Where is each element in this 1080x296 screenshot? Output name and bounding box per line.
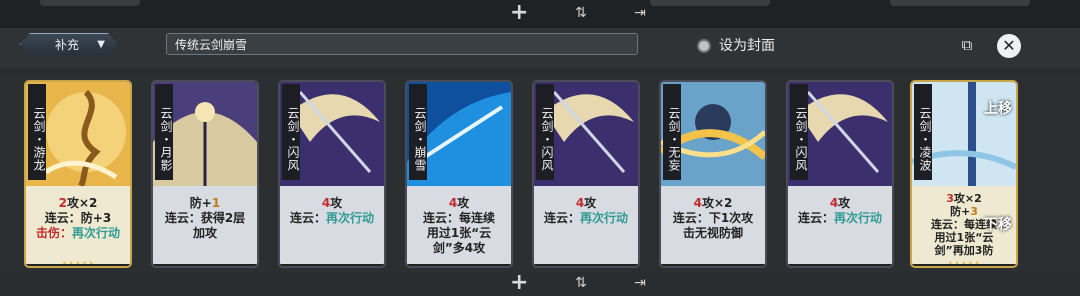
- card-text: 加攻: [192, 226, 217, 240]
- card-text: 攻×2: [66, 196, 98, 210]
- top-strip-segment: [40, 0, 140, 6]
- card-text: 剑”再加3防: [934, 244, 994, 257]
- card-keyword: 再次行动: [326, 211, 375, 225]
- card-attack-value: 4: [575, 196, 585, 210]
- top-strip: + ⇅ ⇥: [0, 0, 1080, 28]
- card-text: 防+: [950, 205, 971, 218]
- export-icon[interactable]: ⇥: [631, 274, 649, 292]
- card-text: 连云：: [543, 211, 580, 225]
- card-text: 用过1张“云: [426, 226, 492, 240]
- card-text: 防+: [189, 196, 212, 210]
- card-keyword: 击伤：: [35, 226, 72, 240]
- card-keyword: 再次行动: [72, 226, 121, 240]
- deck-card[interactable]: 云剑・月影 防+1 连云：获得2层 加攻: [151, 80, 259, 268]
- plus-icon[interactable]: +: [510, 2, 528, 24]
- card-text: 连云：: [797, 211, 834, 225]
- chevron-down-icon: ▼: [97, 39, 105, 50]
- deck-card[interactable]: 云剑・游龙 2攻×2 连云：防+3 击伤：再次行动 •••••: [24, 80, 132, 268]
- card-name: 云剑・月影: [155, 84, 173, 180]
- card-name: 云剑・闪风: [790, 84, 808, 180]
- category-dropdown[interactable]: 补充 ▼: [20, 33, 118, 55]
- close-icon[interactable]: ✕: [997, 34, 1021, 58]
- card-text: 连云：下1次攻: [672, 211, 754, 225]
- plus-icon[interactable]: +: [510, 272, 528, 294]
- card-text: 攻×2: [953, 192, 982, 205]
- sort-icon[interactable]: ⇅: [572, 4, 590, 22]
- card-description: 4攻 连云：再次行动: [280, 186, 384, 264]
- export-icon[interactable]: ⇥: [631, 4, 649, 22]
- card-description: 4攻 连云：再次行动: [534, 186, 638, 264]
- card-attack-value: 2: [58, 196, 67, 210]
- card-text: 连云：: [289, 211, 326, 225]
- move-down-button[interactable]: 下移: [984, 214, 1012, 234]
- top-strip-segment: [890, 0, 1030, 6]
- card-name: 云剑・无妄: [663, 84, 681, 180]
- card-text: 攻: [584, 196, 597, 210]
- card-name: 云剑・闪风: [282, 84, 300, 180]
- radio-icon: [697, 39, 711, 53]
- card-name: 云剑・凌波: [914, 84, 932, 180]
- card-defense-value: 3: [970, 205, 978, 218]
- card-rarity-dots: •••••: [62, 259, 96, 268]
- card-attack-value: 4: [321, 196, 331, 210]
- card-name: 云剑・崩雪: [409, 84, 427, 180]
- card-text: 攻: [330, 196, 343, 210]
- move-up-button[interactable]: 上移: [984, 98, 1012, 118]
- card-defense-value: 1: [211, 196, 221, 210]
- deck-card[interactable]: 云剑・闪风 4攻 连云：再次行动: [278, 80, 386, 268]
- category-dropdown-label: 补充: [55, 38, 80, 52]
- card-keyword: 再次行动: [580, 211, 629, 225]
- card-name: 云剑・游龙: [28, 84, 46, 180]
- card-text: 连云：防+3: [44, 211, 112, 225]
- card-text: 剑”多4攻: [432, 241, 486, 255]
- deck-card[interactable]: 云剑・无妄 4攻×2 连云：下1次攻 击无视防御: [659, 80, 767, 268]
- card-attack-value: 3: [946, 192, 954, 205]
- set-cover-toggle[interactable]: 设为封面: [697, 36, 775, 56]
- sort-icon[interactable]: ⇅: [572, 274, 590, 292]
- card-attack-value: 4: [829, 196, 839, 210]
- card-text: 攻: [838, 196, 851, 210]
- card-text: 连云：获得2层: [164, 211, 246, 225]
- deck-card[interactable]: 云剑・崩雪 4攻 连云：每连续 用过1张“云 剑”多4攻: [405, 80, 513, 268]
- deck-name-input[interactable]: 传统云剑崩雪: [166, 33, 638, 55]
- card-attack-value: 4: [448, 196, 458, 210]
- card-description: 4攻×2 连云：下1次攻 击无视防御: [661, 186, 765, 264]
- card-description: 防+1 连云：获得2层 加攻: [153, 186, 257, 264]
- set-cover-label: 设为封面: [719, 38, 775, 54]
- card-name: 云剑・闪风: [536, 84, 554, 180]
- card-rarity-dots: •••••: [948, 259, 982, 268]
- card-text: 攻×2: [701, 196, 733, 210]
- bottom-strip: + ⇅ ⇥: [0, 272, 1080, 296]
- card-keyword: 再次行动: [834, 211, 883, 225]
- card-description: 4攻 连云：每连续 用过1张“云 剑”多4攻: [407, 186, 511, 264]
- deck-card[interactable]: 云剑・闪风 4攻 连云：再次行动: [786, 80, 894, 268]
- top-strip-segment: [650, 0, 770, 6]
- card-description: 2攻×2 连云：防+3 击伤：再次行动: [26, 186, 130, 264]
- deck-card[interactable]: 云剑・闪风 4攻 连云：再次行动: [532, 80, 640, 268]
- card-description: 4攻 连云：再次行动: [788, 186, 892, 264]
- card-text: 击无视防御: [682, 226, 743, 240]
- copy-icon[interactable]: ⧉: [957, 35, 977, 55]
- card-text: 连云：每连续: [422, 211, 495, 225]
- card-attack-value: 4: [693, 196, 702, 210]
- card-text: 攻: [457, 196, 470, 210]
